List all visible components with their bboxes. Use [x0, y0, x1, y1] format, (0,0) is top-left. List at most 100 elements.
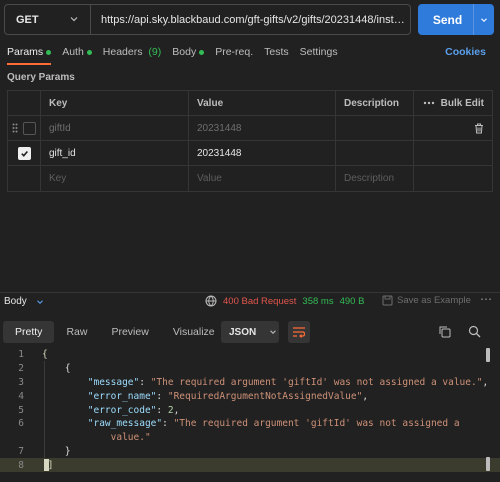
save-as-example-label: Save as Example	[397, 295, 471, 306]
code-line: 2 {	[0, 362, 500, 376]
tab-label: Settings	[299, 46, 338, 58]
cookies-link[interactable]: Cookies	[445, 46, 486, 58]
param-description[interactable]	[336, 116, 414, 140]
code-line: 6 "raw_message": "The required argument …	[0, 417, 500, 431]
tab-tests[interactable]: Tests	[264, 40, 289, 64]
code-line: 1{	[0, 348, 500, 362]
table-row: giftId 20231448	[8, 116, 492, 141]
code-text: "message": "The required argument 'giftI…	[87, 376, 489, 388]
param-description[interactable]	[336, 141, 414, 165]
header-actions: Bulk Edit	[414, 91, 492, 115]
line-number: 2	[18, 363, 24, 375]
line-number: 5	[18, 404, 24, 416]
tab-headers[interactable]: Headers (9)	[103, 40, 161, 64]
row-actions	[414, 141, 492, 165]
param-checkbox[interactable]	[17, 146, 31, 160]
response-body-toggle[interactable]: Body	[4, 296, 45, 307]
send-options-icon[interactable]	[474, 15, 494, 25]
view-tab-visualize[interactable]: Visualize	[161, 321, 227, 343]
param-key[interactable]: giftId	[41, 116, 189, 140]
code-text: "error_name": "RequiredArgumentNotAssign…	[87, 390, 369, 402]
row-controls	[8, 141, 41, 165]
view-tab-pretty[interactable]: Pretty	[3, 321, 55, 343]
header-key: Key	[41, 91, 189, 115]
tab-label: Params	[7, 46, 44, 58]
response-size[interactable]: 490 B	[340, 296, 365, 307]
tab-label: Tests	[264, 46, 289, 58]
status-dot	[86, 49, 92, 55]
view-tab-raw[interactable]: Raw	[54, 321, 99, 343]
method-select[interactable]: GET	[5, 5, 91, 34]
send-label: Send	[432, 12, 463, 27]
line-number: 7	[18, 445, 24, 457]
line-number: 4	[18, 390, 24, 402]
row-controls	[8, 116, 41, 140]
new-key-input[interactable]: Key	[41, 166, 189, 191]
view-tab-preview[interactable]: Preview	[99, 321, 160, 343]
trash-icon[interactable]	[474, 123, 484, 134]
param-value[interactable]: 20231448	[189, 141, 336, 165]
response-body-label: Body	[4, 296, 27, 307]
status-code[interactable]: 400 Bad Request	[223, 296, 296, 307]
tab-params[interactable]: Params	[7, 40, 52, 65]
new-value-input[interactable]: Value	[189, 166, 336, 191]
tab-settings[interactable]: Settings	[300, 40, 338, 64]
response-body-code[interactable]: 1{ 2 { 3 "message": "The required argume…	[0, 348, 500, 473]
code-text: "error_code": 2,	[87, 404, 180, 416]
scrollbar-thumb[interactable]	[486, 348, 490, 362]
search-icon[interactable]	[468, 325, 481, 338]
new-description-input[interactable]: Description	[336, 166, 414, 191]
tab-label: Body	[172, 46, 197, 58]
wrap-lines-button[interactable]	[288, 321, 310, 343]
line-number: 3	[18, 376, 24, 388]
code-line-current: 8 ]	[0, 458, 500, 473]
query-params-table: Key Value Description Bulk Edit giftId 2…	[7, 90, 493, 192]
tab-label: Auth	[62, 46, 84, 58]
count-badge: (9)	[148, 46, 162, 58]
response-view-tabs: Pretty Raw Preview Visualize	[3, 321, 227, 343]
response-status: 400 Bad Request 358 ms 490 B	[205, 295, 364, 307]
more-options-icon[interactable]: ⋯	[480, 292, 492, 306]
line-number: 1	[18, 349, 24, 361]
row-controls	[8, 166, 41, 191]
tab-auth[interactable]: Auth	[62, 40, 92, 64]
param-checkbox[interactable]	[23, 121, 36, 135]
save-as-example-button[interactable]: Save as Example	[382, 295, 471, 306]
table-row: gift_id 20231448	[8, 141, 492, 166]
drag-handle-icon[interactable]	[12, 123, 18, 133]
tab-body[interactable]: Body	[172, 40, 205, 64]
url-input[interactable]: https://api.sky.blackbaud.com/gft-gifts/…	[91, 14, 407, 26]
bulk-edit-button[interactable]: Bulk Edit	[423, 98, 484, 109]
wrap-lines-icon	[293, 327, 306, 338]
tab-pre-request[interactable]: Pre-req.	[215, 40, 253, 64]
line-number: 6	[18, 418, 24, 430]
globe-icon[interactable]	[205, 295, 217, 307]
request-tabs: Params Auth Headers (9) Body Pre-req. Te…	[0, 40, 500, 65]
code-text: }	[42, 445, 71, 457]
format-label: JSON	[229, 326, 257, 338]
code-line: value."	[0, 431, 500, 445]
copy-icon[interactable]	[438, 325, 451, 338]
bulk-edit-label: Bulk Edit	[440, 97, 484, 109]
header-cell	[8, 91, 41, 115]
param-value[interactable]: 20231448	[189, 116, 336, 140]
table-header: Key Value Description Bulk Edit	[8, 91, 492, 116]
scrollbar-thumb[interactable]	[486, 457, 490, 471]
response-time[interactable]: 358 ms	[302, 296, 333, 307]
code-text: {	[42, 349, 48, 361]
send-button[interactable]: Send	[418, 4, 494, 35]
tab-label: Pre-req.	[215, 46, 254, 58]
param-key[interactable]: gift_id	[41, 141, 189, 165]
status-dot	[199, 49, 205, 55]
code-text: value."	[110, 432, 151, 444]
code-line: 7 }	[0, 445, 500, 459]
chevron-down-icon	[270, 330, 277, 335]
format-select[interactable]: JSON	[221, 321, 279, 343]
checkmark-icon	[20, 150, 28, 157]
code-line: 3 "message": "The required argument 'gif…	[0, 376, 500, 390]
more-horizontal-icon[interactable]	[423, 101, 435, 105]
line-number: 8	[18, 459, 24, 471]
tab-label: Headers	[102, 46, 143, 58]
chevron-down-icon	[70, 17, 78, 22]
code-line: 4 "error_name": "RequiredArgumentNotAssi…	[0, 389, 500, 403]
